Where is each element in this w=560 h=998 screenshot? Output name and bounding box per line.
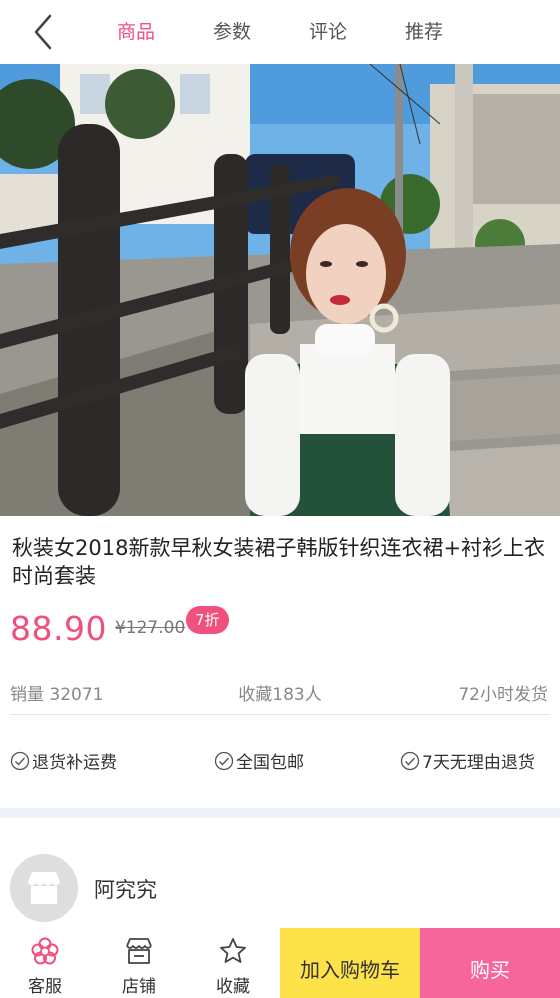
store-icon xyxy=(126,938,152,964)
bottom-action-bar: 客服 店铺 收藏 加入购物车 购买 xyxy=(0,928,560,998)
product-photo[interactable] xyxy=(0,64,560,516)
divider xyxy=(10,714,550,715)
customer-service-label: 客服 xyxy=(28,977,62,997)
store-icon xyxy=(27,872,61,904)
service-guarantees: 退货补运费 全国包邮 7天无理由退货 xyxy=(10,748,550,778)
shop-avatar[interactable] xyxy=(10,854,78,922)
product-title: 秋装女2018新款早秋女装裙子韩版针织连衣裙+衬衫上衣时尚套装 xyxy=(12,536,546,588)
service-item: 7天无理由退货 xyxy=(400,748,535,773)
discount-badge: 7折 xyxy=(186,606,229,634)
original-price: ¥127.00 xyxy=(114,618,186,638)
service-label: 7天无理由退货 xyxy=(422,753,535,773)
service-label: 全国包邮 xyxy=(236,753,304,773)
shipping-time: 72小时发货 xyxy=(458,685,548,705)
favorite-label: 收藏 xyxy=(216,977,250,997)
check-circle-icon xyxy=(10,751,30,770)
tab-recommend[interactable]: 推荐 xyxy=(376,0,472,64)
section-separator xyxy=(0,808,560,818)
service-label: 退货补运费 xyxy=(32,753,117,773)
star-icon xyxy=(220,938,246,963)
store-label: 店铺 xyxy=(122,977,156,997)
shop-name[interactable]: 阿究究 xyxy=(94,874,157,904)
tab-reviews[interactable]: 评论 xyxy=(280,0,376,64)
tab-params[interactable]: 参数 xyxy=(184,0,280,64)
flower-service-icon xyxy=(31,937,59,965)
service-item: 全国包邮 xyxy=(214,748,304,773)
check-circle-icon xyxy=(400,751,420,770)
store-button[interactable]: 店铺 xyxy=(94,928,184,998)
price-row: 88.90 ¥127.00 xyxy=(10,606,185,650)
buy-now-button[interactable]: 购买 xyxy=(420,928,560,998)
add-to-cart-button[interactable]: 加入购物车 xyxy=(280,928,420,998)
stats-row: 销量 32071 收藏183人 72小时发货 xyxy=(10,676,550,706)
back-button[interactable] xyxy=(22,10,66,54)
tab-bar: 商品 参数 评论 推荐 xyxy=(88,0,472,64)
customer-service-button[interactable]: 客服 xyxy=(0,928,90,998)
tab-product[interactable]: 商品 xyxy=(88,0,184,64)
current-price: 88.90 xyxy=(10,608,107,648)
top-nav-bar: 商品 参数 评论 推荐 xyxy=(0,0,560,64)
favorite-button[interactable]: 收藏 xyxy=(188,928,278,998)
chevron-left-icon xyxy=(34,14,52,50)
shop-section[interactable]: 阿究究 xyxy=(0,818,560,928)
check-circle-icon xyxy=(214,751,234,770)
service-item: 退货补运费 xyxy=(10,748,117,773)
